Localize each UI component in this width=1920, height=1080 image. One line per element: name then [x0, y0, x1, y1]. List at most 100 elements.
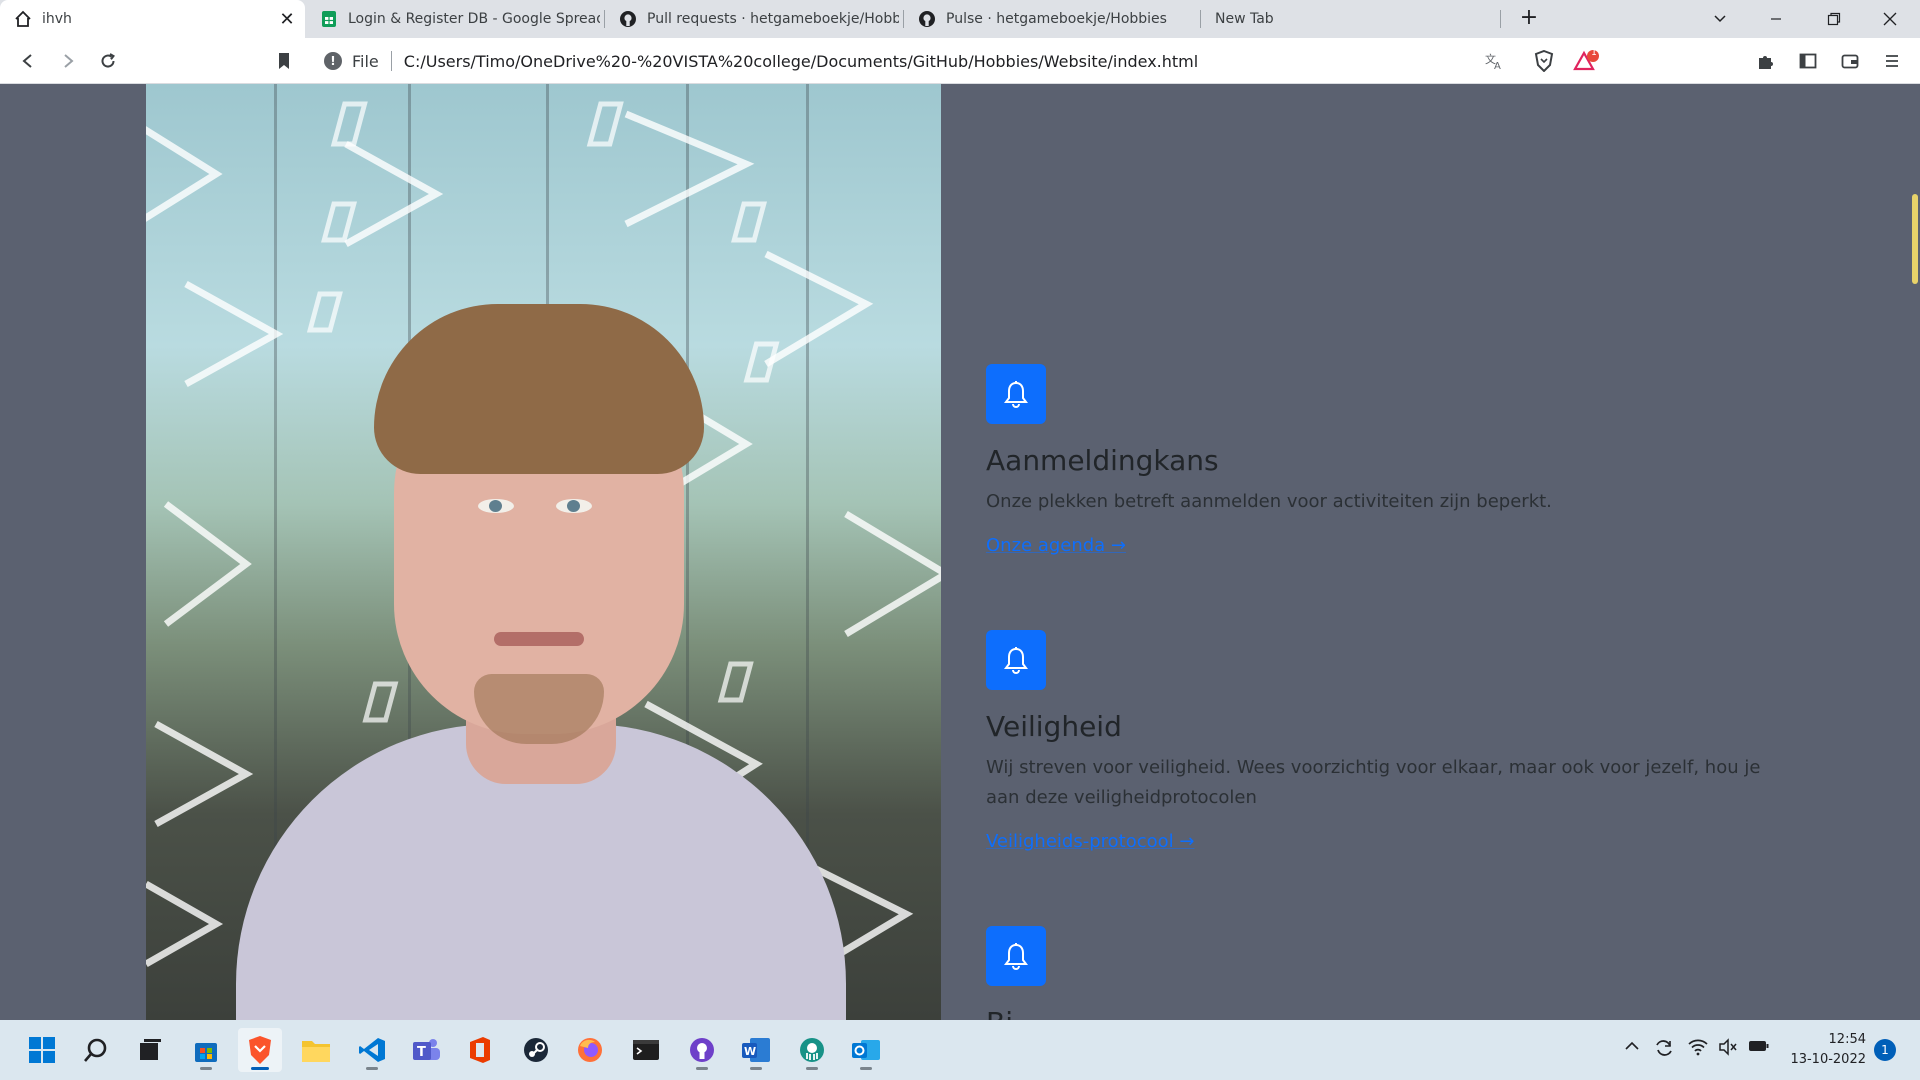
show-hidden-icons-button[interactable]	[1624, 1038, 1640, 1058]
tab-new-tab[interactable]: New Tab	[1201, 0, 1499, 38]
tab-ihvh[interactable]: ihvh ✕	[0, 0, 305, 38]
volume-muted-icon[interactable]	[1718, 1038, 1738, 1060]
sidebar-icon	[1799, 53, 1817, 69]
minimize-icon	[1771, 18, 1781, 20]
tab-google-sheets[interactable]: Login & Register DB - Google Spreads	[306, 0, 600, 38]
svg-text:T: T	[417, 1045, 426, 1060]
notification-badge[interactable]: 1	[1874, 1039, 1896, 1061]
url-divider	[390, 51, 392, 71]
start-icon[interactable]	[20, 1028, 64, 1072]
feature-title: Aanmeldingkans	[986, 444, 1219, 477]
svg-text:A: A	[1494, 61, 1501, 71]
reload-button[interactable]	[94, 47, 122, 75]
tab-title: Login & Register DB - Google Spreads	[348, 11, 600, 27]
forward-button[interactable]	[54, 47, 82, 75]
feature-title: Bi...	[986, 1006, 1786, 1020]
safety-protocol-link[interactable]: Veiligheids-protocool →	[986, 831, 1194, 852]
running-indicator	[251, 1067, 269, 1070]
bookmark-button[interactable]	[270, 47, 298, 75]
sync-icon[interactable]	[1654, 1038, 1674, 1062]
brave-rewards-button[interactable]: 1	[1572, 47, 1600, 75]
restore-button[interactable]	[1806, 0, 1862, 38]
running-indicator	[750, 1067, 762, 1070]
profile-photo	[146, 84, 941, 1020]
page-viewport: Aanmeldingkans Onze plekken betreft aanm…	[0, 84, 1920, 1020]
brave-shields-button[interactable]	[1530, 47, 1558, 75]
feature-description: Onze plekken betreft aanmelden voor acti…	[986, 491, 1552, 512]
address-bar[interactable]: ! File C:/Users/Timo/OneDrive%20-%20VIST…	[312, 43, 1608, 79]
tab-title: Pull requests · hetgameboekje/Hobbie	[647, 11, 899, 27]
person-hair	[374, 304, 704, 474]
agenda-link[interactable]: Onze agenda →	[986, 535, 1126, 556]
close-icon	[1883, 12, 1897, 26]
chevron-up-icon	[1625, 1041, 1639, 1050]
tab-title: New Tab	[1215, 11, 1274, 27]
system-clock[interactable]: 12:54 13-10-2022	[1782, 1030, 1866, 1070]
github-desktop-icon[interactable]	[680, 1028, 724, 1072]
steam-icon[interactable]	[514, 1028, 558, 1072]
teams-icon[interactable]: T	[404, 1028, 448, 1072]
vscode-icon[interactable]	[350, 1028, 394, 1072]
bell-icon	[986, 364, 1046, 424]
word-icon[interactable]: W	[734, 1028, 778, 1072]
clock-time: 12:54	[1828, 1032, 1866, 1047]
new-tab-button[interactable]: +	[1516, 6, 1542, 32]
search-icon[interactable]	[74, 1028, 118, 1072]
close-window-button[interactable]	[1862, 0, 1918, 38]
tab-title: Pulse · hetgameboekje/Hobbies	[946, 11, 1167, 27]
firefox-icon[interactable]	[568, 1028, 612, 1072]
tab-strip: ihvh ✕ Login & Register DB - Google Spre…	[0, 0, 1920, 38]
tab-pulse[interactable]: Pulse · hetgameboekje/Hobbies	[904, 0, 1198, 38]
running-indicator	[860, 1067, 872, 1070]
reload-icon	[101, 53, 115, 68]
chevron-down-icon	[1714, 15, 1726, 23]
extensions-button[interactable]	[1752, 47, 1780, 75]
translate-icon: 文A	[1485, 52, 1501, 71]
feature-description: Wij streven voor veiligheid. Wees voorzi…	[986, 757, 1761, 808]
terminal-icon[interactable]	[624, 1028, 668, 1072]
url-scheme-label: File	[352, 51, 379, 71]
brave-icon[interactable]	[238, 1028, 282, 1072]
wallet-icon	[1841, 54, 1859, 69]
battery-icon[interactable]	[1748, 1038, 1770, 1058]
office-icon[interactable]	[458, 1028, 502, 1072]
translate-button[interactable]: 文A	[1480, 47, 1508, 75]
sidebar-button[interactable]	[1794, 47, 1822, 75]
windows-taskbar: T W 12:54 13-10-2022 1	[0, 1020, 1920, 1080]
tab-search-button[interactable]	[1692, 0, 1748, 38]
github-icon	[619, 10, 637, 28]
rewards-badge: 1	[1591, 48, 1597, 58]
feature-third: Bi...	[986, 926, 1786, 1020]
store-icon[interactable]	[184, 1028, 228, 1072]
running-indicator	[806, 1067, 818, 1070]
google-sheets-icon	[320, 10, 338, 28]
minimize-button[interactable]	[1748, 0, 1804, 38]
back-arrow-icon	[22, 54, 32, 68]
task-view-icon[interactable]	[128, 1028, 172, 1072]
bell-icon	[986, 630, 1046, 690]
gitkraken-icon[interactable]	[790, 1028, 834, 1072]
tab-pull-requests[interactable]: Pull requests · hetgameboekje/Hobbie	[605, 0, 899, 38]
bookmark-icon	[279, 53, 289, 69]
url-text[interactable]: C:/Users/Timo/OneDrive%20-%20VISTA%20col…	[404, 52, 1198, 71]
file-explorer-icon[interactable]	[294, 1028, 338, 1072]
menu-button[interactable]	[1878, 47, 1906, 75]
tab-title: ihvh	[42, 11, 72, 27]
feature-aanmeldingkans: Aanmeldingkans Onze plekken betreft aanm…	[986, 364, 1786, 556]
brave-shield-icon	[1534, 50, 1554, 72]
running-indicator	[200, 1067, 212, 1070]
scrollbar-thumb[interactable]	[1912, 194, 1918, 284]
forward-arrow-icon	[64, 54, 74, 68]
person-eye	[556, 499, 592, 513]
github-icon	[918, 10, 936, 28]
running-indicator	[696, 1067, 708, 1070]
tab-separator	[1500, 10, 1501, 28]
person-mouth	[494, 632, 584, 646]
wallet-button[interactable]	[1836, 47, 1864, 75]
back-button[interactable]	[14, 47, 42, 75]
hamburger-menu-icon	[1886, 55, 1898, 67]
close-tab-icon[interactable]: ✕	[277, 9, 297, 30]
info-icon[interactable]: !	[324, 52, 342, 70]
wifi-icon[interactable]	[1688, 1038, 1708, 1060]
outlook-icon[interactable]	[844, 1028, 888, 1072]
